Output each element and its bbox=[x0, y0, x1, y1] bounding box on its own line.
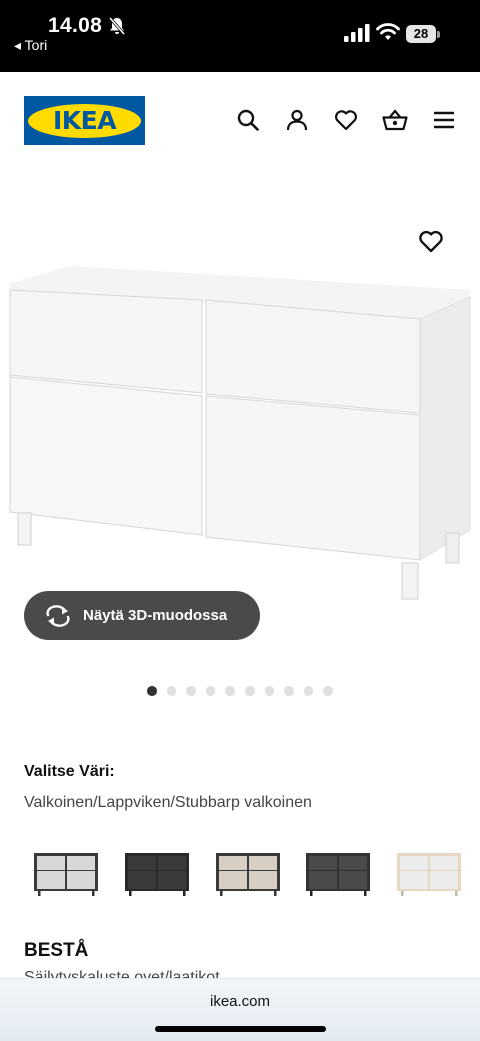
selected-color-value: Valkoinen/Lappviken/Stubbarp valkoinen bbox=[24, 794, 312, 811]
basket-icon[interactable] bbox=[381, 106, 409, 134]
swatch-image bbox=[125, 853, 189, 896]
rotate-arrows-icon bbox=[46, 604, 70, 627]
color-swatch[interactable] bbox=[302, 842, 374, 904]
favourite-heart-icon[interactable] bbox=[418, 228, 444, 254]
search-icon[interactable] bbox=[234, 106, 262, 134]
swatch-image bbox=[306, 853, 370, 896]
wifi-icon bbox=[376, 23, 400, 40]
browser-url-bar[interactable]: ikea.com bbox=[0, 978, 480, 1041]
view-3d-label: Näytä 3D-muodossa bbox=[83, 607, 228, 624]
battery-indicator: 28 bbox=[406, 25, 436, 43]
view-3d-button[interactable]: Näytä 3D-muodossa bbox=[24, 591, 260, 640]
status-bar: 14.08 ◂ Tori 28 bbox=[0, 0, 480, 72]
bell-off-icon bbox=[108, 17, 126, 35]
carousel-dot[interactable] bbox=[225, 686, 235, 696]
carousel-dot[interactable] bbox=[264, 686, 275, 696]
logo-oval: IKEA bbox=[28, 103, 141, 138]
swatch-image bbox=[397, 853, 461, 896]
product-name: BESTÅ bbox=[24, 940, 89, 961]
ikea-logo[interactable]: IKEA bbox=[24, 96, 145, 145]
carousel-dot[interactable] bbox=[147, 686, 157, 696]
status-time: 14.08 bbox=[48, 14, 103, 37]
product-image[interactable] bbox=[0, 215, 480, 610]
user-icon[interactable] bbox=[283, 106, 311, 134]
color-swatch[interactable] bbox=[121, 842, 193, 904]
color-swatch[interactable] bbox=[212, 842, 284, 904]
color-section-title: Valitse Väri: bbox=[24, 763, 115, 780]
color-swatch[interactable] bbox=[393, 842, 465, 904]
logo-text: IKEA bbox=[52, 106, 117, 135]
home-indicator[interactable] bbox=[155, 1026, 326, 1032]
carousel-dot[interactable] bbox=[244, 686, 255, 696]
carousel-dot[interactable] bbox=[284, 686, 294, 696]
url-text[interactable]: ikea.com bbox=[0, 993, 480, 1010]
swatch-image bbox=[34, 853, 98, 896]
heart-icon[interactable] bbox=[332, 106, 360, 134]
site-header: IKEA bbox=[0, 72, 480, 172]
carousel-dot[interactable] bbox=[205, 686, 216, 696]
carousel-dots bbox=[147, 686, 333, 696]
signal-icon bbox=[344, 24, 370, 42]
carousel-dot[interactable] bbox=[166, 686, 177, 696]
back-to-app-link[interactable]: ◂ Tori bbox=[14, 37, 47, 54]
swatch-image bbox=[216, 853, 280, 896]
menu-icon[interactable] bbox=[430, 106, 458, 134]
battery-cap bbox=[437, 31, 440, 38]
carousel-dot[interactable] bbox=[303, 686, 314, 696]
carousel-dot[interactable] bbox=[186, 686, 196, 696]
color-swatch[interactable] bbox=[30, 842, 102, 904]
carousel-dot[interactable] bbox=[323, 686, 333, 696]
